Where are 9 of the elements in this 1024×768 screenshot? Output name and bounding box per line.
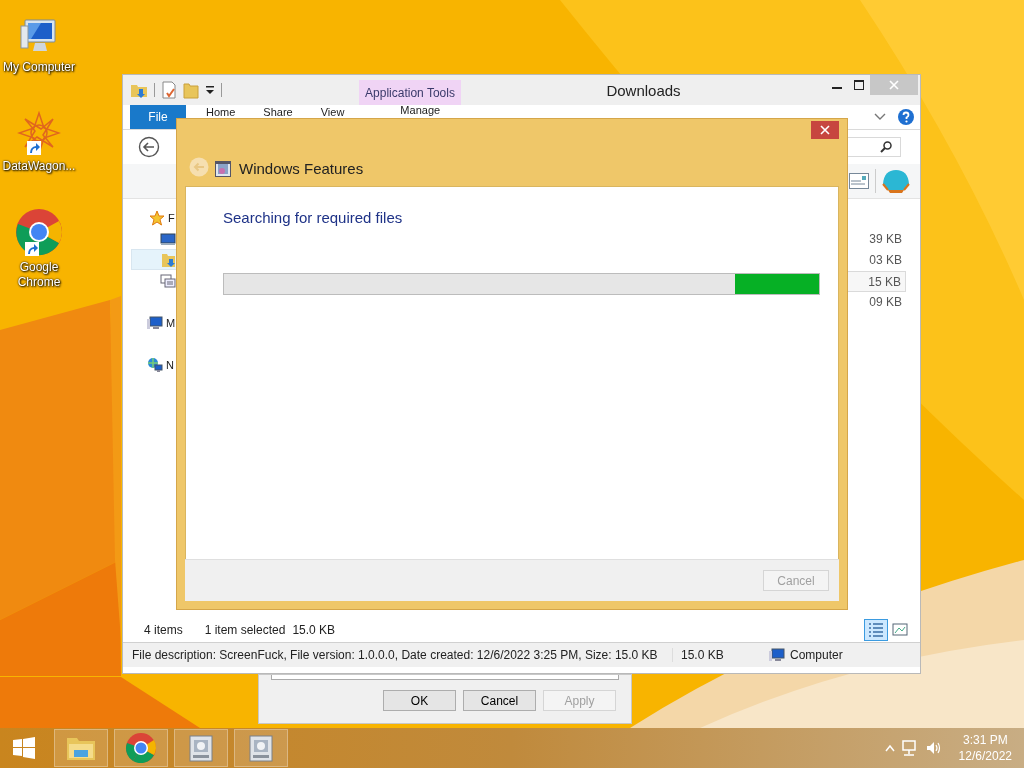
- zone-label: Computer: [790, 648, 843, 662]
- file-size: 15.0 KB: [680, 648, 725, 662]
- window-title: Downloads: [605, 80, 682, 101]
- dialog-title: Windows Features: [239, 160, 364, 177]
- selection-info: 1 item selected: [204, 623, 286, 637]
- status-heading: Searching for required files: [223, 209, 404, 226]
- file-details: File description: ScreenFuck, File version: 1.0.0.0, Date created: 12/6/2022 3:25 PM, Size: 15.0 KB: [132, 648, 673, 662]
- item-count: 4 items: [144, 623, 183, 637]
- selection-size: 15.0 KB: [292, 623, 336, 637]
